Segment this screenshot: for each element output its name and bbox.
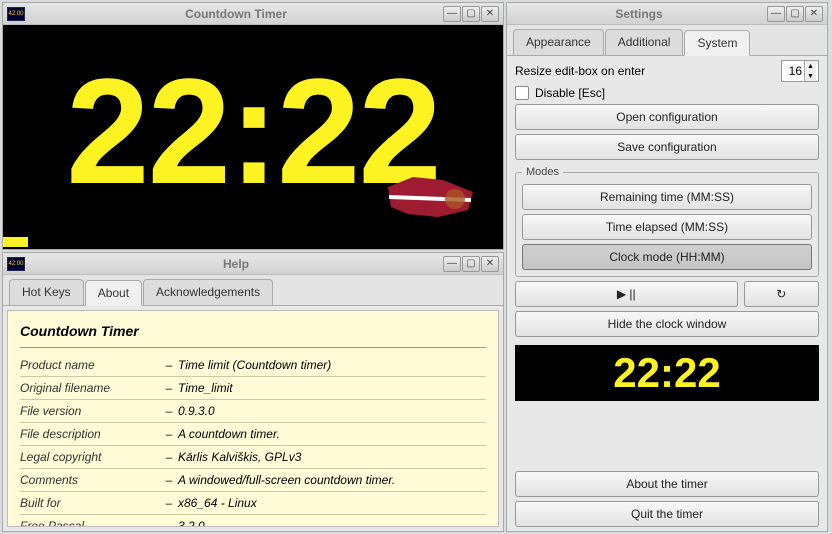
- about-row: File version–0.9.3.0: [20, 400, 486, 423]
- about-row: Free Pascal–3.2.0: [20, 515, 486, 527]
- about-key: Free Pascal: [20, 519, 160, 527]
- tab-hotkeys[interactable]: Hot Keys: [9, 279, 84, 305]
- about-val: Time_limit: [178, 381, 486, 395]
- quit-timer-button[interactable]: Quit the timer: [515, 501, 819, 527]
- flag-icon: [383, 172, 483, 222]
- mode-clock-button[interactable]: Clock mode (HH:MM): [522, 244, 812, 270]
- resize-spinner[interactable]: ▲ ▼: [781, 60, 819, 82]
- about-row: Built for–x86_64 - Linux: [20, 492, 486, 515]
- tab-about[interactable]: About: [85, 280, 142, 306]
- minimize-icon[interactable]: —: [767, 6, 785, 22]
- save-config-button[interactable]: Save configuration: [515, 134, 819, 160]
- progress-fill: [3, 237, 28, 247]
- spin-up-icon[interactable]: ▲: [804, 61, 816, 71]
- app-icon: 42:00: [7, 7, 25, 21]
- maximize-icon[interactable]: ▢: [462, 6, 480, 22]
- about-val: x86_64 - Linux: [178, 496, 486, 510]
- close-icon[interactable]: ✕: [481, 256, 499, 272]
- about-heading: Countdown Timer: [20, 319, 486, 348]
- about-val: A windowed/full-screen countdown timer.: [178, 473, 486, 487]
- settings-titlebar[interactable]: Settings — ▢ ✕: [507, 3, 827, 25]
- about-row: Legal copyright–Kārlis Kalviškis, GPLv3: [20, 446, 486, 469]
- help-tabs: Hot Keys About Acknowledgements: [3, 275, 503, 306]
- about-row: Comments–A windowed/full-screen countdow…: [20, 469, 486, 492]
- timer-window-title: Countdown Timer: [29, 7, 443, 21]
- maximize-icon[interactable]: ▢: [462, 256, 480, 272]
- timer-display: 22:22: [3, 25, 503, 237]
- about-val: A countdown timer.: [178, 427, 486, 441]
- about-row: File description–A countdown timer.: [20, 423, 486, 446]
- about-panel: Countdown Timer Product name–Time limit …: [7, 310, 499, 527]
- about-val: Time limit (Countdown timer): [178, 358, 486, 372]
- hide-clock-button[interactable]: Hide the clock window: [515, 311, 819, 337]
- help-window-title: Help: [29, 257, 443, 271]
- timer-window: 42:00 Countdown Timer — ▢ ✕ 22:22: [2, 2, 504, 250]
- about-val: Kārlis Kalviškis, GPLv3: [178, 450, 486, 464]
- help-titlebar[interactable]: 42:00 Help — ▢ ✕: [3, 253, 503, 275]
- close-icon[interactable]: ✕: [805, 6, 823, 22]
- minimize-icon[interactable]: —: [443, 256, 461, 272]
- modes-legend: Modes: [522, 166, 563, 178]
- about-key: Comments: [20, 473, 160, 487]
- modes-fieldset: Modes Remaining time (MM:SS) Time elapse…: [515, 166, 819, 277]
- disable-esc-label: Disable [Esc]: [535, 86, 605, 100]
- resize-label: Resize edit-box on enter: [515, 64, 775, 78]
- settings-window: Settings — ▢ ✕ Appearance Additional Sys…: [506, 2, 828, 532]
- disable-esc-checkbox[interactable]: [515, 86, 529, 100]
- spin-down-icon[interactable]: ▼: [804, 71, 816, 81]
- resize-input[interactable]: [782, 64, 804, 78]
- minimize-icon[interactable]: —: [443, 6, 461, 22]
- mini-timer-time: 22:22: [613, 349, 720, 397]
- settings-tabs: Appearance Additional System: [507, 25, 827, 56]
- about-key: File version: [20, 404, 160, 418]
- open-config-button[interactable]: Open configuration: [515, 104, 819, 130]
- about-timer-button[interactable]: About the timer: [515, 471, 819, 497]
- about-row: Original filename–Time_limit: [20, 377, 486, 400]
- progress-bar: [3, 237, 503, 249]
- close-icon[interactable]: ✕: [481, 6, 499, 22]
- about-key: File description: [20, 427, 160, 441]
- settings-panel: Resize edit-box on enter ▲ ▼ Disable [Es…: [507, 56, 827, 531]
- mode-elapsed-button[interactable]: Time elapsed (MM:SS): [522, 214, 812, 240]
- tab-system[interactable]: System: [684, 30, 750, 56]
- mini-timer-display: 22:22: [515, 345, 819, 401]
- timer-titlebar[interactable]: 42:00 Countdown Timer — ▢ ✕: [3, 3, 503, 25]
- about-key: Original filename: [20, 381, 160, 395]
- reload-button[interactable]: ↻: [744, 281, 820, 307]
- tab-acknowledgements[interactable]: Acknowledgements: [143, 279, 273, 305]
- play-pause-button[interactable]: ▶ ||: [515, 281, 738, 307]
- about-key: Built for: [20, 496, 160, 510]
- maximize-icon[interactable]: ▢: [786, 6, 804, 22]
- about-val: 0.9.3.0: [178, 404, 486, 418]
- tab-appearance[interactable]: Appearance: [513, 29, 604, 55]
- tab-additional[interactable]: Additional: [605, 29, 684, 55]
- mode-remaining-button[interactable]: Remaining time (MM:SS): [522, 184, 812, 210]
- about-key: Legal copyright: [20, 450, 160, 464]
- about-val: 3.2.0: [178, 519, 486, 527]
- settings-window-title: Settings: [511, 7, 767, 21]
- help-window: 42:00 Help — ▢ ✕ Hot Keys About Acknowle…: [2, 252, 504, 532]
- app-icon: 42:00: [7, 257, 25, 271]
- about-key: Product name: [20, 358, 160, 372]
- about-row: Product name–Time limit (Countdown timer…: [20, 354, 486, 377]
